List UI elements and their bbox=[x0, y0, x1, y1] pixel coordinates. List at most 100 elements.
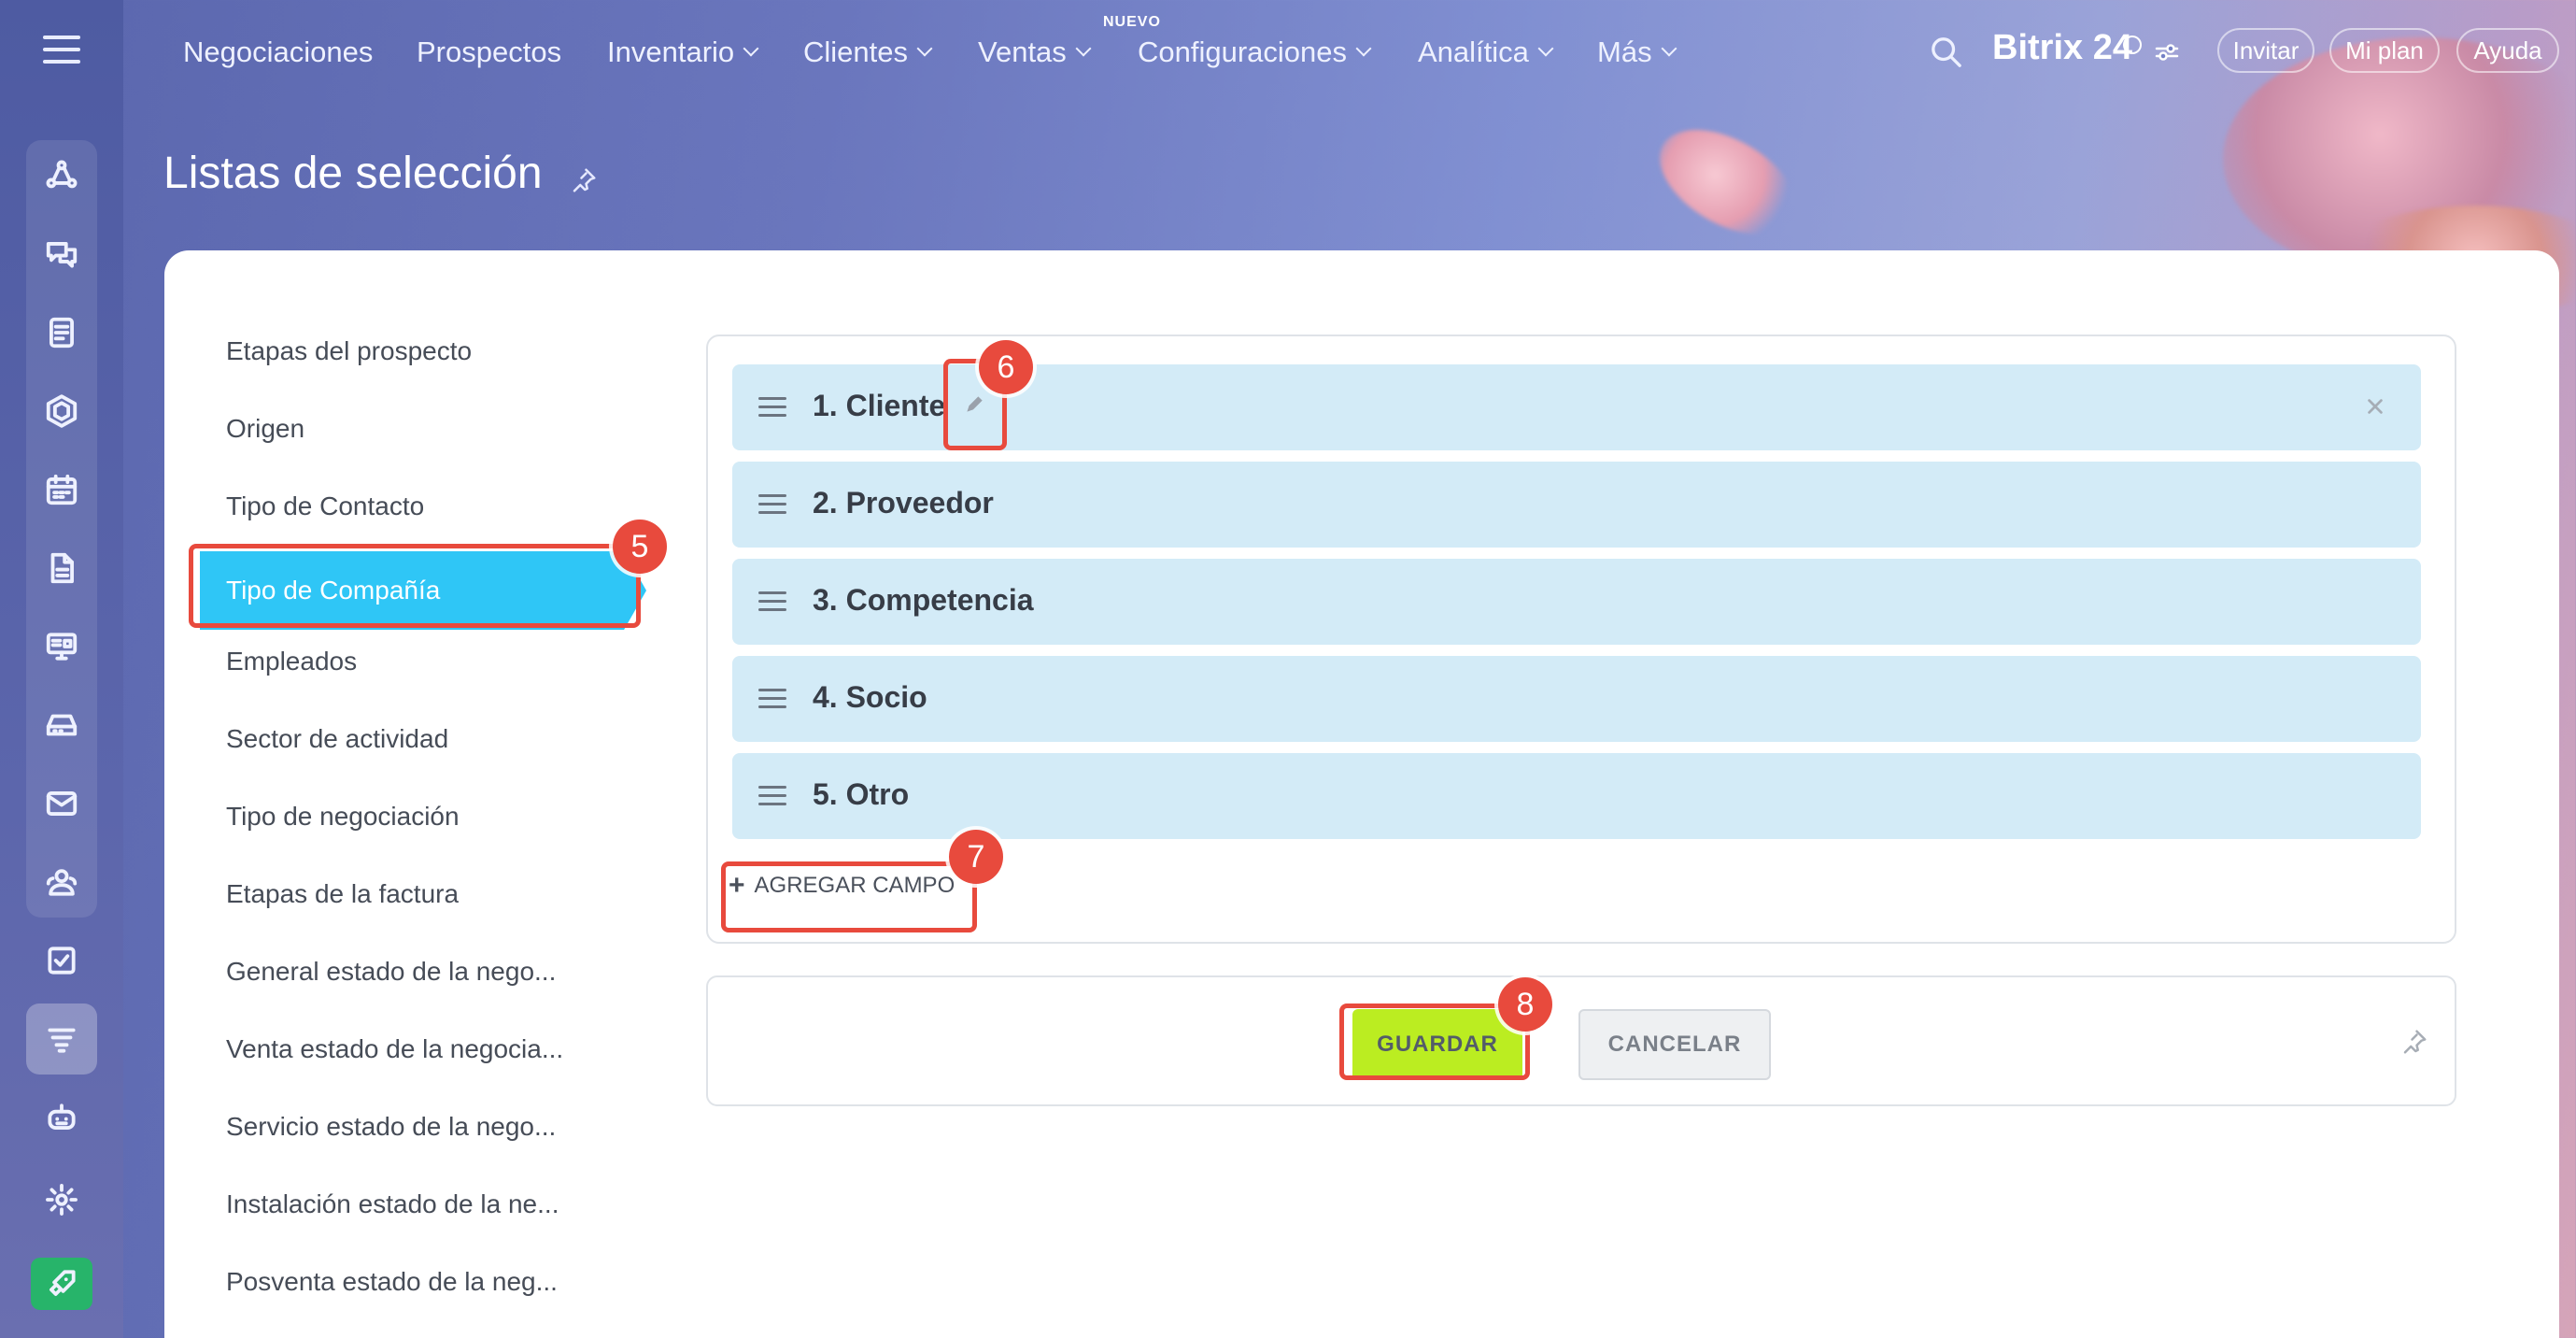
sidebar-item-documents[interactable] bbox=[26, 297, 97, 368]
brand-logo[interactable]: Bitrix 24 bbox=[1992, 28, 2132, 68]
search-icon[interactable] bbox=[1928, 34, 1965, 71]
annotation-highlight-box bbox=[189, 544, 641, 628]
calendar-icon bbox=[46, 474, 78, 505]
menu-icon[interactable] bbox=[43, 36, 80, 65]
annotation-badge: 8 bbox=[1498, 977, 1552, 1032]
list-type-item[interactable]: Posventa estado de la neg... bbox=[226, 1256, 637, 1308]
nav-label: Prospectos bbox=[417, 36, 562, 68]
hexagon-icon bbox=[46, 394, 78, 428]
sidebar-item-mail[interactable] bbox=[26, 768, 97, 839]
entry-label: 2. Proveedor bbox=[813, 486, 994, 520]
clock-icon bbox=[2123, 36, 2142, 54]
list-type-item[interactable]: Servicio estado de la nego... bbox=[226, 1101, 637, 1153]
nav-label: Inventario bbox=[607, 36, 735, 68]
nav-label: Clientes bbox=[803, 36, 908, 68]
entry-label: 4. Socio bbox=[813, 680, 927, 714]
list-type-item[interactable]: Etapas del prospecto bbox=[226, 325, 637, 377]
background-petal bbox=[1642, 108, 1814, 256]
nav-negociaciones[interactable]: Negociaciones bbox=[183, 34, 373, 71]
annotation-badge: 7 bbox=[949, 830, 1003, 884]
my-plan-button[interactable]: Mi plan bbox=[2329, 28, 2440, 73]
annotation-badge: 6 bbox=[979, 340, 1033, 394]
annotation-badge: 5 bbox=[613, 520, 667, 574]
file-icon bbox=[50, 552, 74, 584]
sidebar-item-presentation[interactable] bbox=[26, 611, 97, 682]
list-type-item[interactable]: Venta estado de la negocia... bbox=[226, 1023, 637, 1075]
drag-handle-icon[interactable] bbox=[758, 689, 786, 709]
nav-label: Analítica bbox=[1418, 36, 1529, 68]
sidebar-item-rocket[interactable] bbox=[31, 1258, 92, 1310]
list-type-item[interactable]: Sector de actividad bbox=[226, 713, 637, 765]
drag-handle-icon[interactable] bbox=[758, 591, 786, 612]
sidebar-item-tasks[interactable] bbox=[26, 925, 97, 996]
nav-label: Más bbox=[1597, 36, 1652, 68]
nav-clientes[interactable]: Clientes bbox=[803, 34, 933, 71]
sidebar-item-settings[interactable] bbox=[26, 1164, 97, 1235]
sidebar-item-calendar[interactable] bbox=[26, 454, 97, 525]
close-icon[interactable] bbox=[2365, 396, 2385, 417]
sidebar-item-feed[interactable] bbox=[26, 140, 97, 211]
sidebar-item-hexagon[interactable] bbox=[26, 376, 97, 447]
chevron-down-icon bbox=[1075, 40, 1092, 57]
nav-ventas[interactable]: Ventas bbox=[978, 34, 1092, 71]
rocket-icon bbox=[50, 1270, 76, 1296]
sidebar-item-file[interactable] bbox=[26, 533, 97, 604]
sidebar-item-contacts[interactable] bbox=[26, 847, 97, 918]
funnel-icon bbox=[48, 1028, 76, 1053]
list-entry[interactable]: 5. Otro bbox=[732, 753, 2421, 839]
chat-icon bbox=[46, 242, 78, 268]
annotation-highlight-box bbox=[721, 861, 977, 932]
gear-icon bbox=[46, 1184, 78, 1216]
list-type-item[interactable]: General estado de la nego... bbox=[226, 946, 637, 998]
tasks-icon bbox=[48, 947, 76, 975]
feed-icon bbox=[46, 160, 78, 189]
sidebar-item-chat[interactable] bbox=[26, 219, 97, 290]
documents-icon bbox=[50, 317, 74, 349]
drag-handle-icon[interactable] bbox=[758, 786, 786, 806]
contacts-icon bbox=[46, 869, 78, 896]
nav-label: Negociaciones bbox=[183, 36, 374, 68]
entry-label: 1. Cliente bbox=[813, 389, 946, 422]
nav-inventario[interactable]: Inventario bbox=[607, 34, 759, 71]
cancel-button[interactable]: CANCELAR bbox=[1578, 1009, 1771, 1080]
chevron-down-icon bbox=[916, 40, 933, 57]
entry-label: 3. Competencia bbox=[813, 583, 1034, 617]
pin-icon[interactable] bbox=[570, 166, 598, 194]
main-card: Etapas del prospecto Origen Tipo de Cont… bbox=[164, 250, 2559, 1338]
list-entry[interactable]: 2. Proveedor bbox=[732, 462, 2421, 548]
top-navigation: Negociaciones Prospectos Inventario Clie… bbox=[123, 0, 2576, 105]
drive-icon bbox=[46, 714, 78, 736]
sidebar-item-crm[interactable] bbox=[26, 1004, 97, 1075]
settings-sliders-icon[interactable] bbox=[2154, 41, 2180, 64]
list-type-item[interactable]: Instalación estado de la ne... bbox=[226, 1178, 637, 1231]
robot-icon bbox=[48, 1103, 76, 1130]
sidebar-item-robot[interactable] bbox=[26, 1082, 97, 1153]
page-title: Listas de selección bbox=[163, 149, 543, 198]
pin-icon[interactable] bbox=[2400, 1028, 2428, 1056]
chevron-down-icon bbox=[1661, 40, 1677, 57]
mail-icon bbox=[46, 791, 78, 816]
invite-button[interactable]: Invitar bbox=[2217, 28, 2314, 73]
list-type-item[interactable]: Tipo de negociación bbox=[226, 790, 637, 843]
chevron-down-icon bbox=[1537, 40, 1554, 57]
nav-configuraciones[interactable]: Configuraciones bbox=[1138, 34, 1372, 71]
nav-analitica[interactable]: Analítica bbox=[1418, 34, 1554, 71]
left-sidebar bbox=[0, 0, 123, 1338]
list-type-item[interactable]: Etapas de la factura bbox=[226, 868, 637, 920]
help-button[interactable]: Ayuda bbox=[2456, 28, 2559, 73]
nav-label: Configuraciones bbox=[1138, 36, 1348, 68]
list-entry[interactable]: 4. Socio bbox=[732, 656, 2421, 742]
drag-handle-icon[interactable] bbox=[758, 494, 786, 515]
nav-mas[interactable]: Más bbox=[1597, 34, 1677, 71]
new-badge: NUEVO bbox=[1103, 14, 1161, 30]
sidebar-item-drive[interactable] bbox=[26, 690, 97, 761]
list-type-item[interactable]: Tipo de Contacto bbox=[226, 480, 637, 533]
nav-prospectos[interactable]: Prospectos bbox=[417, 34, 561, 71]
list-type-item[interactable]: Empleados bbox=[226, 635, 637, 688]
button-panel: GUARDAR CANCELAR bbox=[706, 975, 2456, 1106]
drag-handle-icon[interactable] bbox=[758, 397, 786, 418]
list-entry[interactable]: 3. Competencia bbox=[732, 559, 2421, 645]
entry-label: 5. Otro bbox=[813, 777, 910, 811]
list-type-item[interactable]: Origen bbox=[226, 403, 637, 455]
chevron-down-icon bbox=[743, 40, 759, 57]
